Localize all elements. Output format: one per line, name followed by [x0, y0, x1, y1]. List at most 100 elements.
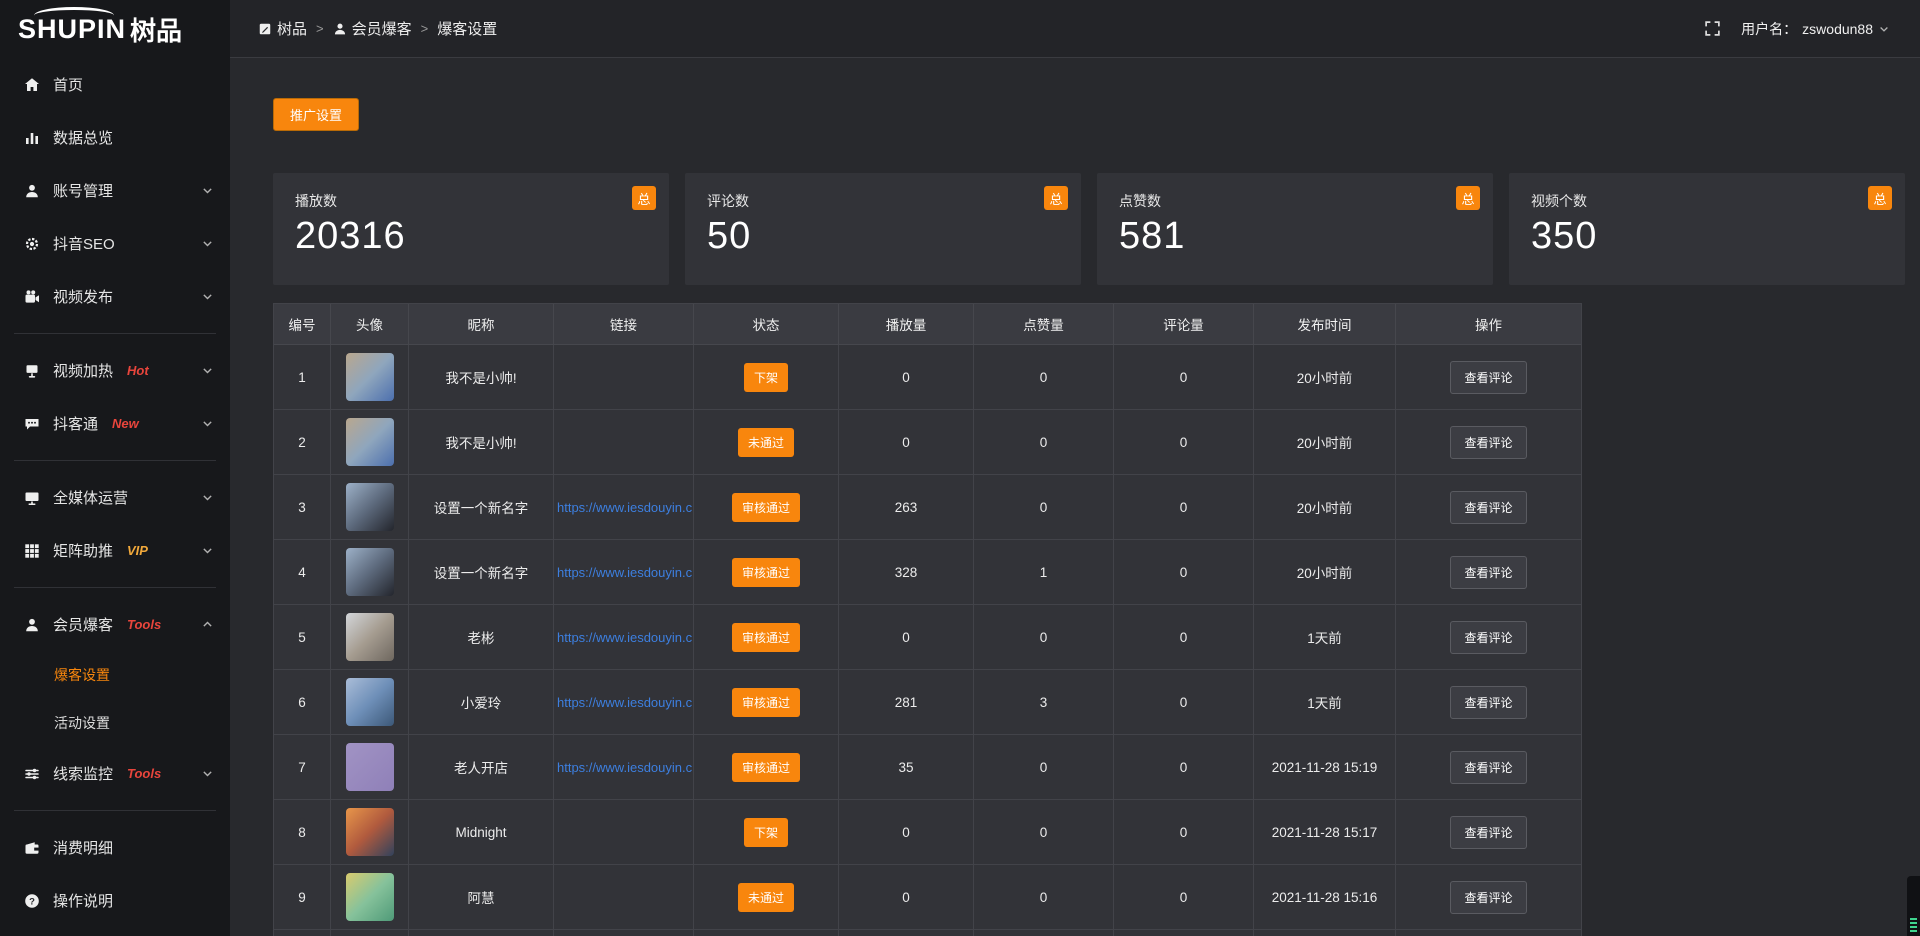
table-cell: 0 [974, 865, 1114, 929]
svg-text:?: ? [29, 896, 35, 907]
status-badge[interactable]: 未通过 [738, 883, 794, 912]
table-cell: 0 [974, 800, 1114, 864]
table-cell: 0 [1114, 540, 1254, 604]
status-badge[interactable]: 审核通过 [732, 623, 800, 652]
status-badge[interactable]: 下架 [744, 363, 788, 392]
table-cell: 审核通过 [694, 605, 839, 669]
topbar-right: 用户名：zswodun88 [1704, 19, 1890, 39]
sidebar-divider [14, 333, 216, 334]
nickname: 老人开店 [454, 757, 508, 777]
sidebar-item-账号管理[interactable]: 账号管理 [0, 164, 230, 217]
table-cell: 老彬 [409, 605, 554, 669]
table-cell: 20小时前 [1254, 345, 1396, 409]
table-cell: 328 [839, 540, 974, 604]
sidebar-item-消费明细[interactable]: 消费明细 [0, 821, 230, 874]
view-comments-button[interactable]: 查看评论 [1450, 816, 1526, 849]
view-comments-button[interactable]: 查看评论 [1450, 686, 1526, 719]
row-id: 2 [298, 435, 306, 450]
video-link[interactable]: https://www.iesdouyin.c [554, 500, 693, 515]
stat-value: 350 [1531, 215, 1883, 258]
table-cell: 2021-11-28 15:19 [1254, 735, 1396, 799]
column-header-状态: 状态 [694, 304, 839, 344]
nickname: 阿慧 [468, 887, 495, 907]
sidebar-item-会员爆客[interactable]: 会员爆客Tools [0, 598, 230, 651]
sidebar-item-抖客通[interactable]: 抖客通New [0, 397, 230, 450]
sidebar-item-首页[interactable]: 首页 [0, 58, 230, 111]
fullscreen-icon[interactable] [1704, 20, 1721, 37]
sidebar-item-badge: Hot [127, 363, 149, 378]
breadcrumb-separator: > [316, 21, 324, 36]
play-count: 281 [895, 695, 918, 710]
video-link[interactable]: https://www.iesdouyin.c [554, 695, 693, 710]
stat-total-badge: 总 [632, 186, 656, 210]
table-cell: 下架 [694, 800, 839, 864]
table-cell: 未通过 [694, 865, 839, 929]
avatar [346, 548, 394, 596]
table-cell: 0 [1114, 345, 1254, 409]
breadcrumb-item-树品[interactable]: 树品 [258, 18, 307, 39]
table-cell: 审核通过 [694, 735, 839, 799]
sidebar-item-label: 全媒体运营 [53, 487, 128, 508]
chevron-down-icon [201, 417, 214, 430]
status-badge[interactable]: 审核通过 [732, 493, 800, 522]
publish-time: 20小时前 [1297, 367, 1353, 387]
sidebar-item-操作说明[interactable]: ?操作说明 [0, 874, 230, 927]
status-badge[interactable]: 未通过 [738, 428, 794, 457]
main-area: 树品>会员爆客>爆客设置 用户名：zswodun88 推广设置 播放数20316… [230, 0, 1920, 936]
sidebar-item-badge: Tools [127, 766, 161, 781]
status-badge[interactable]: 审核通过 [732, 688, 800, 717]
video-link[interactable]: https://www.iesdouyin.c [554, 630, 693, 645]
sidebar-item-视频加热[interactable]: 视频加热Hot [0, 344, 230, 397]
user-menu[interactable]: 用户名：zswodun88 [1741, 19, 1890, 39]
view-comments-button[interactable]: 查看评论 [1450, 361, 1526, 394]
view-comments-button[interactable]: 查看评论 [1450, 491, 1526, 524]
publish-time: 2021-11-28 15:17 [1272, 825, 1378, 840]
app-logo: SHUPIN 树品 [0, 0, 230, 58]
video-link[interactable]: https://www.iesdouyin.c [554, 565, 693, 580]
comment-count: 0 [1180, 630, 1188, 645]
view-comments-button[interactable]: 查看评论 [1450, 426, 1526, 459]
like-count: 1 [1040, 565, 1048, 580]
view-comments-button[interactable]: 查看评论 [1450, 751, 1526, 784]
view-comments-button[interactable]: 查看评论 [1450, 556, 1526, 589]
video-link[interactable]: https://www.iesdouyin.c [554, 760, 693, 775]
sidebar-item-矩阵助推[interactable]: 矩阵助推VIP [0, 524, 230, 577]
view-comments-button[interactable]: 查看评论 [1450, 881, 1526, 914]
sidebar-subitem-活动设置[interactable]: 活动设置 [0, 699, 230, 747]
table-cell: 4 [274, 540, 331, 604]
table-cell: 20小时前 [1254, 475, 1396, 539]
status-badge[interactable]: 审核通过 [732, 753, 800, 782]
table-cell: 0 [1114, 475, 1254, 539]
breadcrumb-item-会员爆客[interactable]: 会员爆客 [333, 18, 412, 39]
sidebar-item-视频发布[interactable]: 视频发布 [0, 270, 230, 323]
status-badge[interactable]: 审核通过 [732, 558, 800, 587]
sidebar-item-线索监控[interactable]: 线索监控Tools [0, 747, 230, 800]
table-cell: 我不是小帅! [409, 410, 554, 474]
sidebar-item-label: 消费明细 [53, 837, 113, 858]
sidebar-item-抖音SEO[interactable]: 抖音SEO [0, 217, 230, 270]
table-cell: 1天前 [1254, 605, 1396, 669]
nickname: 小爱玲 [461, 692, 502, 712]
breadcrumb-label: 会员爆客 [352, 18, 412, 39]
stat-card-点赞数: 点赞数581总 [1097, 173, 1493, 285]
view-comments-button[interactable]: 查看评论 [1450, 621, 1526, 654]
table-cell: 查看评论 [1396, 800, 1581, 864]
sidebar-item-数据总览[interactable]: 数据总览 [0, 111, 230, 164]
sidebar-subitem-爆客设置[interactable]: 爆客设置 [0, 651, 230, 699]
like-count: 0 [1040, 890, 1048, 905]
status-badge[interactable]: 下架 [744, 818, 788, 847]
column-header-操作: 操作 [1396, 304, 1581, 344]
table-cell: 3 [274, 475, 331, 539]
bar-chart-icon [24, 130, 40, 146]
logo-text-cn: 树品 [130, 11, 182, 48]
table-cell: 查看评论 [1396, 345, 1581, 409]
sidebar-item-全媒体运营[interactable]: 全媒体运营 [0, 471, 230, 524]
promo-settings-button[interactable]: 推广设置 [273, 98, 359, 131]
table-cell: 0 [839, 865, 974, 929]
table-cell: 0 [974, 475, 1114, 539]
floating-widget[interactable] [1907, 876, 1920, 936]
chevron-down-icon [1878, 23, 1890, 35]
content: 推广设置 播放数20316总评论数50总点赞数581总视频个数350总 编号头像… [230, 58, 1920, 936]
table-cell: 10 [274, 930, 331, 936]
table-row: 7老人开店https://www.iesdouyin.c审核通过35002021… [274, 735, 1581, 800]
